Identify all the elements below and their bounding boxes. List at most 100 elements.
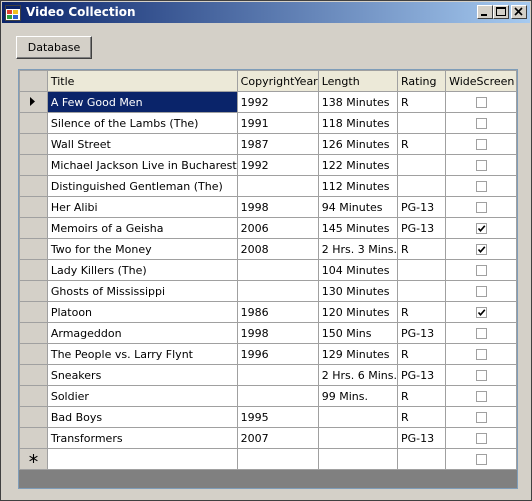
cell-rating[interactable] <box>396 154 447 176</box>
cell-title[interactable]: Distinguished Gentleman (The) <box>46 175 238 197</box>
cell-copyright-year[interactable]: 1998 <box>236 322 319 344</box>
title-bar[interactable]: Video Collection <box>2 2 530 23</box>
cell-rating[interactable]: R <box>396 133 447 155</box>
cell-length[interactable]: 130 Minutes <box>317 280 398 302</box>
table-row[interactable]: Michael Jackson Live in Bucharest 1992 122… <box>19 154 517 176</box>
cell-rating[interactable] <box>396 112 447 134</box>
cell-copyright-year[interactable] <box>236 448 319 470</box>
app-icon[interactable] <box>5 5 21 21</box>
row-header-cell[interactable] <box>19 322 48 344</box>
cell-length[interactable]: 122 Minutes <box>317 154 398 176</box>
cell-title[interactable]: Michael Jackson Live in Bucharest <box>46 154 238 176</box>
table-row[interactable]: Wall Street 1987 126 Minutes R <box>19 133 517 155</box>
maximize-button[interactable] <box>493 5 509 19</box>
row-header-cell[interactable] <box>19 301 48 323</box>
table-row[interactable]: Transformers 2007 PG-13 <box>19 427 517 449</box>
widescreen-checkbox[interactable] <box>475 370 487 381</box>
widescreen-checkbox[interactable] <box>475 433 487 444</box>
cell-widescreen[interactable] <box>445 343 517 365</box>
top-left-header-cell[interactable] <box>19 70 48 92</box>
minimize-button[interactable] <box>477 5 493 19</box>
cell-rating[interactable]: PG-13 <box>396 427 447 449</box>
video-grid[interactable]: Title CopyrightYear Length Rating WideSc… <box>18 69 518 489</box>
cell-length[interactable]: 99 Mins. <box>317 385 398 407</box>
cell-widescreen[interactable] <box>445 112 517 134</box>
cell-copyright-year[interactable] <box>236 280 319 302</box>
cell-rating[interactable]: PG-13 <box>396 322 447 344</box>
cell-rating[interactable]: PG-13 <box>396 196 447 218</box>
cell-rating[interactable]: R <box>396 385 447 407</box>
cell-copyright-year[interactable]: 1998 <box>236 196 319 218</box>
widescreen-checkbox[interactable] <box>475 286 487 297</box>
cell-rating[interactable]: PG-13 <box>396 217 447 239</box>
cell-length[interactable]: 129 Minutes <box>317 343 398 365</box>
row-header-cell[interactable] <box>19 133 48 155</box>
cell-widescreen[interactable] <box>445 154 517 176</box>
cell-length[interactable]: 150 Mins <box>317 322 398 344</box>
cell-rating[interactable]: PG-13 <box>396 364 447 386</box>
cell-title[interactable]: Silence of the Lambs (The) <box>46 112 238 134</box>
cell-length[interactable]: 94 Minutes <box>317 196 398 218</box>
cell-title[interactable]: Ghosts of Mississippi <box>46 280 238 302</box>
cell-widescreen[interactable] <box>445 301 517 323</box>
widescreen-checkbox[interactable] <box>475 349 487 360</box>
cell-widescreen[interactable] <box>445 385 517 407</box>
row-header-cell[interactable] <box>19 112 48 134</box>
row-header-cell[interactable] <box>19 427 48 449</box>
cell-title[interactable]: Memoirs of a Geisha <box>46 217 238 239</box>
cell-length[interactable]: 120 Minutes <box>317 301 398 323</box>
table-row[interactable]: Soldier 99 Mins. R <box>19 385 517 407</box>
row-header-cell[interactable] <box>19 238 48 260</box>
widescreen-checkbox[interactable] <box>475 118 487 129</box>
cell-rating[interactable]: R <box>396 406 447 428</box>
cell-widescreen[interactable] <box>445 133 517 155</box>
cell-title[interactable]: Soldier <box>46 385 238 407</box>
widescreen-checkbox[interactable] <box>475 160 487 171</box>
cell-copyright-year[interactable]: 2006 <box>236 217 319 239</box>
column-header-widescreen[interactable]: WideScreen <box>445 70 517 92</box>
cell-copyright-year[interactable]: 1992 <box>236 91 319 113</box>
cell-title[interactable]: Bad Boys <box>46 406 238 428</box>
row-header-cell[interactable] <box>19 280 48 302</box>
cell-title[interactable]: Lady Killers (The) <box>46 259 238 281</box>
widescreen-checkbox[interactable] <box>475 265 487 276</box>
cell-length[interactable]: 145 Minutes <box>317 217 398 239</box>
cell-copyright-year[interactable]: 1992 <box>236 154 319 176</box>
cell-rating[interactable]: R <box>396 301 447 323</box>
cell-title[interactable]: Wall Street <box>46 133 238 155</box>
widescreen-checkbox[interactable] <box>475 307 487 318</box>
widescreen-checkbox[interactable] <box>475 412 487 423</box>
cell-length[interactable]: 118 Minutes <box>317 112 398 134</box>
cell-rating[interactable]: R <box>396 343 447 365</box>
cell-widescreen[interactable] <box>445 196 517 218</box>
cell-widescreen[interactable] <box>445 91 517 113</box>
widescreen-checkbox[interactable] <box>475 139 487 150</box>
cell-length[interactable]: 112 Minutes <box>317 175 398 197</box>
column-header-title[interactable]: Title <box>46 70 238 92</box>
cell-length[interactable]: 2 Hrs. 6 Mins. <box>317 364 398 386</box>
cell-title[interactable]: Armageddon <box>46 322 238 344</box>
cell-title[interactable]: Platoon <box>46 301 238 323</box>
cell-length[interactable]: 104 Minutes <box>317 259 398 281</box>
table-row[interactable]: Distinguished Gentleman (The) 112 Minutes <box>19 175 517 197</box>
table-row[interactable]: Ghosts of Mississippi 130 Minutes <box>19 280 517 302</box>
cell-copyright-year[interactable]: 1991 <box>236 112 319 134</box>
cell-title[interactable]: Sneakers <box>46 364 238 386</box>
cell-title[interactable]: Two for the Money <box>46 238 238 260</box>
cell-rating[interactable] <box>396 448 447 470</box>
table-row[interactable]: A Few Good Men 1992 138 Minutes R <box>19 91 517 113</box>
new-row[interactable] <box>19 448 517 470</box>
table-row[interactable]: Bad Boys 1995 R <box>19 406 517 428</box>
table-row[interactable]: Armageddon 1998 150 Mins PG-13 <box>19 322 517 344</box>
cell-title[interactable]: Her Alibi <box>46 196 238 218</box>
cell-rating[interactable] <box>396 280 447 302</box>
table-row[interactable]: Sneakers 2 Hrs. 6 Mins. PG-13 <box>19 364 517 386</box>
table-row[interactable]: Platoon 1986 120 Minutes R <box>19 301 517 323</box>
widescreen-checkbox[interactable] <box>475 202 487 213</box>
widescreen-checkbox[interactable] <box>475 454 487 465</box>
row-header-cell[interactable] <box>19 196 48 218</box>
widescreen-checkbox[interactable] <box>475 391 487 402</box>
cell-length[interactable]: 138 Minutes <box>317 91 398 113</box>
cell-length[interactable] <box>317 406 398 428</box>
cell-rating[interactable]: R <box>396 238 447 260</box>
